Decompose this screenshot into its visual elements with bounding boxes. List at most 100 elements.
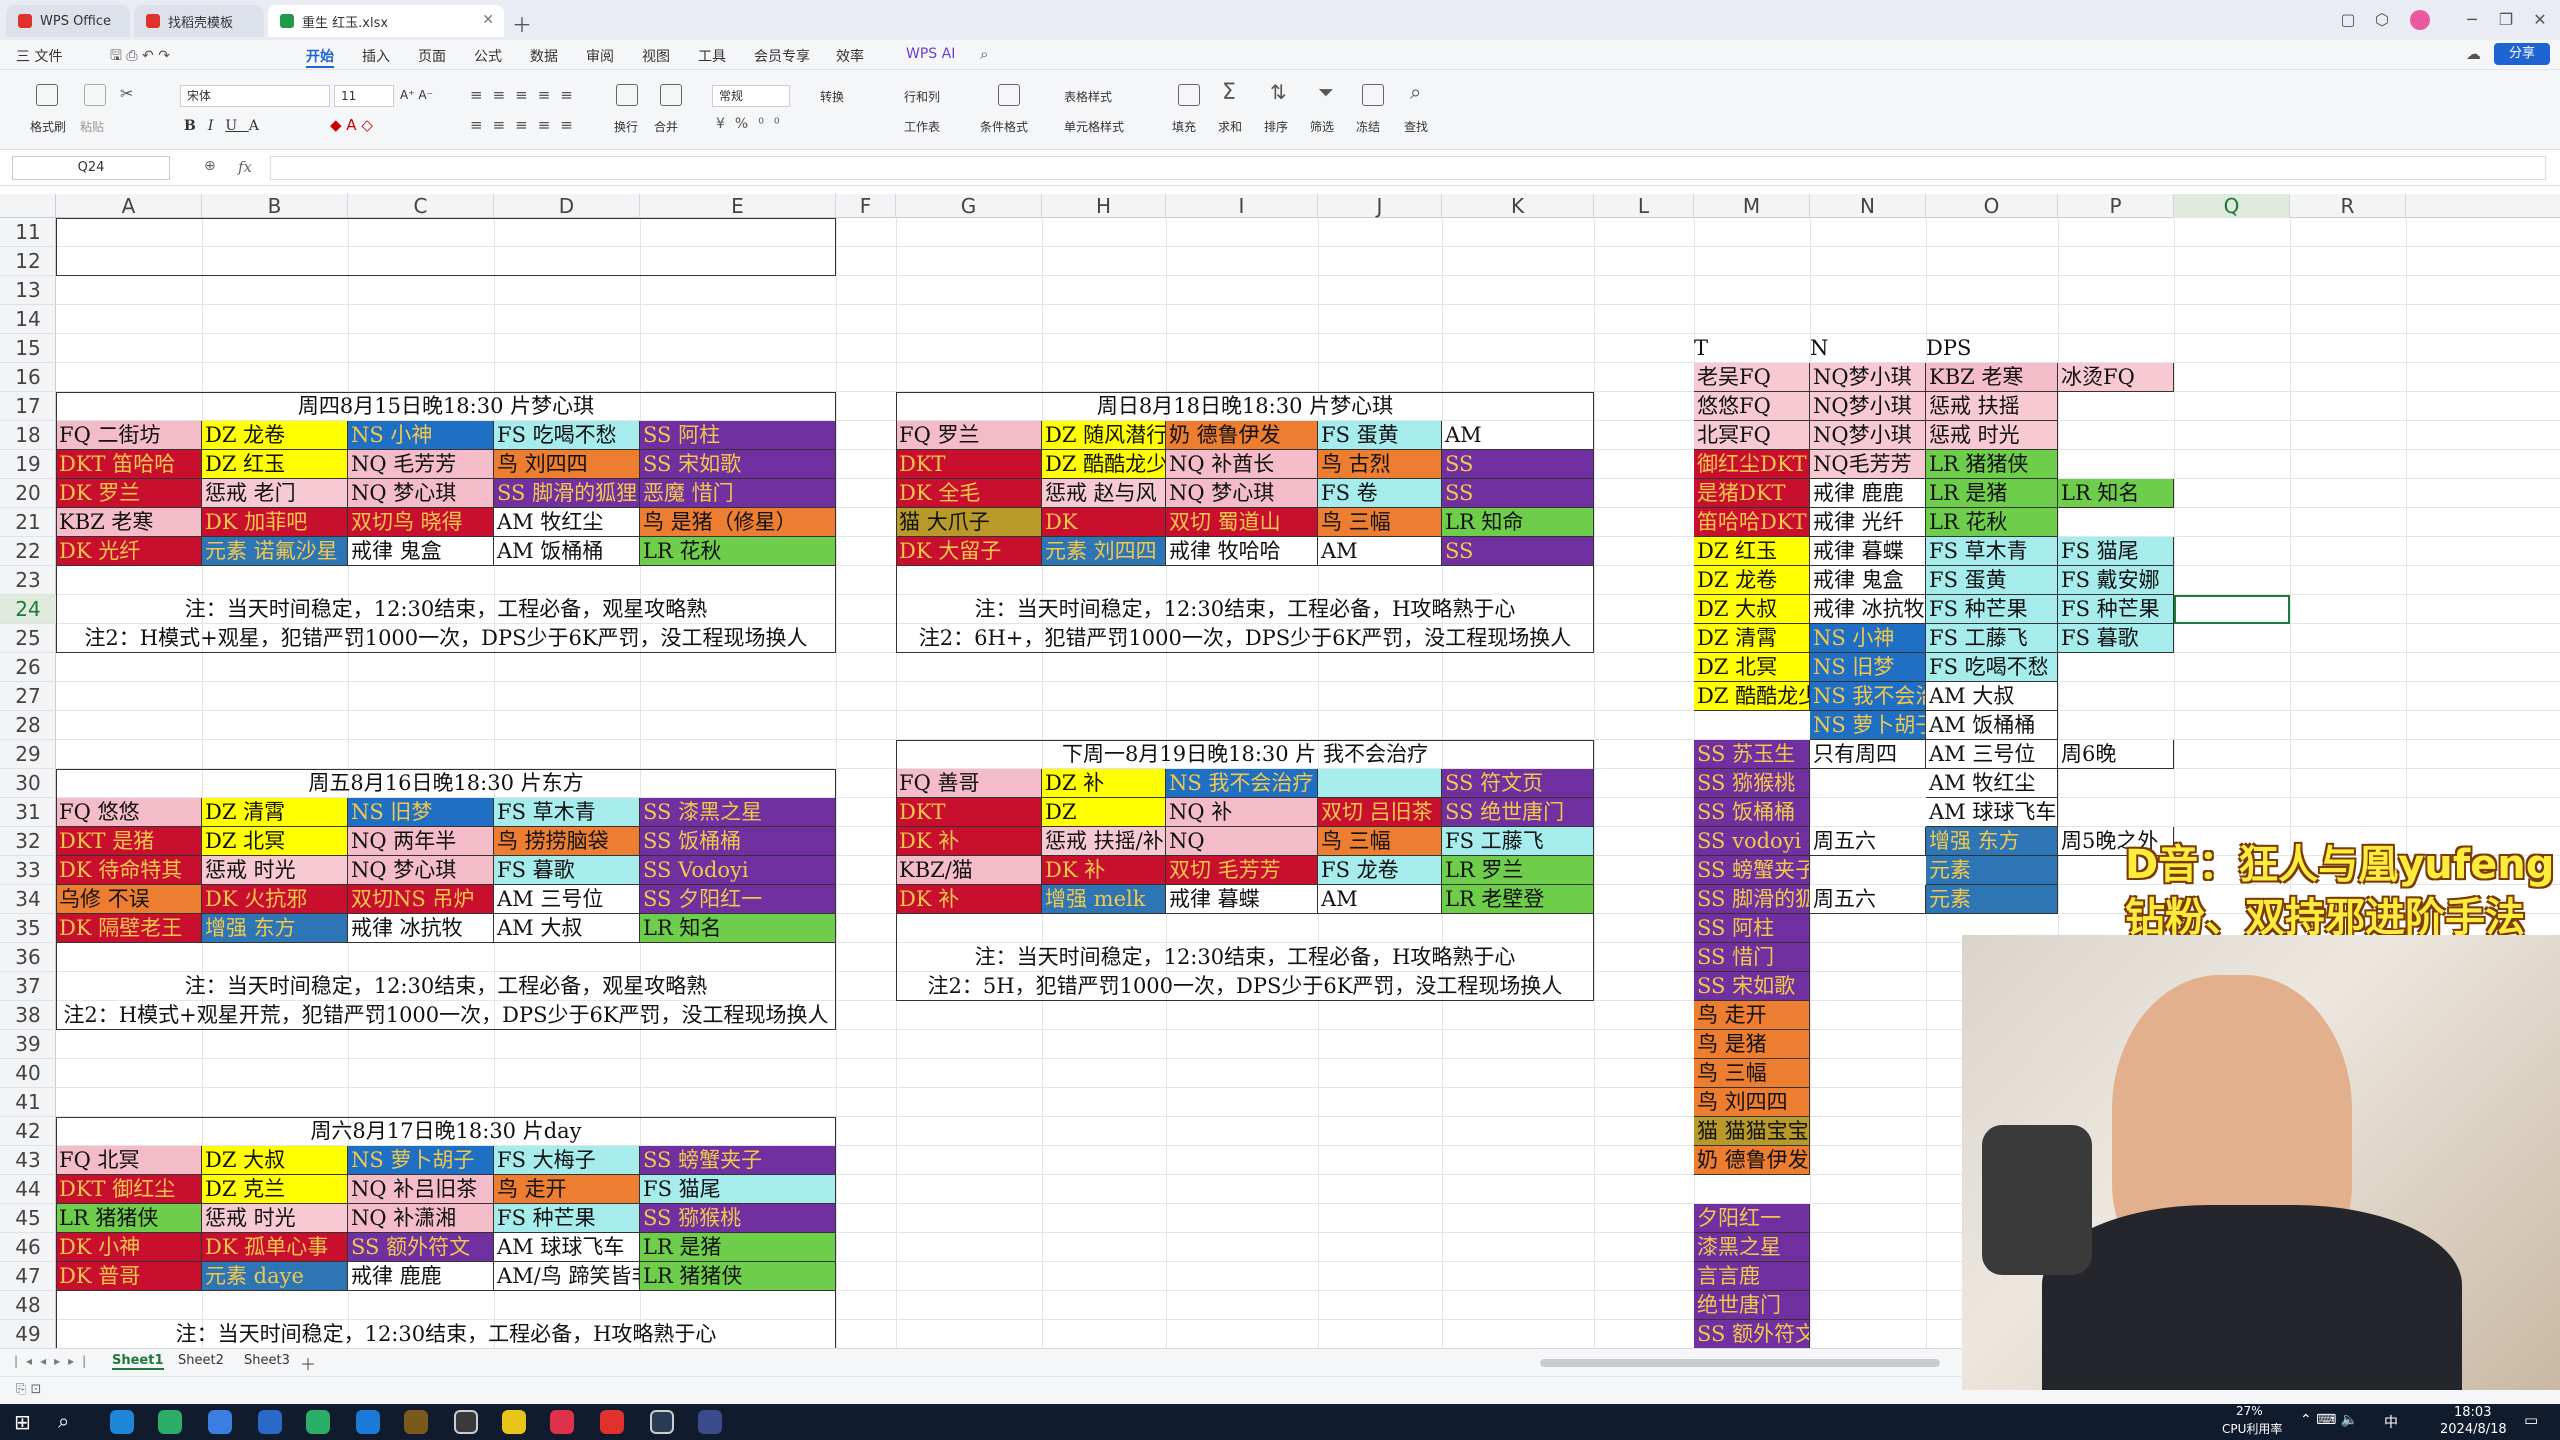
roster-cell-p[interactable]: FS 猫尾 xyxy=(2058,537,2174,566)
format-painter-icon[interactable] xyxy=(36,84,58,106)
avatar[interactable] xyxy=(2410,10,2430,30)
roster-cell-m[interactable]: DZ 红玉 xyxy=(1694,537,1810,566)
close-tab-icon[interactable]: ✕ xyxy=(482,12,494,28)
roster-cell-n[interactable]: NS 旧梦 xyxy=(1810,653,1926,682)
row-header-31[interactable]: 31 xyxy=(0,798,56,827)
app-icon-blue[interactable] xyxy=(356,1410,380,1434)
row-header-41[interactable]: 41 xyxy=(0,1088,56,1117)
tab-wps-office[interactable]: WPS Office xyxy=(6,5,130,37)
roster-cell-m[interactable]: SS 螃蟹夹子 xyxy=(1694,856,1810,885)
roster-cell-o[interactable]: 增强 东方 xyxy=(1926,827,2058,856)
macro-icon[interactable]: ⎘ ⊡ xyxy=(16,1382,41,1397)
roster-cell-o[interactable]: 元素 xyxy=(1926,885,2058,914)
roster-cell-m[interactable]: 鸟 是猪 xyxy=(1694,1030,1810,1059)
roster-cell-m[interactable]: SS 饭桶桶 xyxy=(1694,798,1810,827)
font-name-select[interactable]: 宋体 xyxy=(180,85,330,107)
row-header-29[interactable]: 29 xyxy=(0,740,56,769)
cloud-icon[interactable]: ☁ xyxy=(2466,45,2481,63)
menu-view[interactable]: 视图 xyxy=(642,46,670,66)
roster-cell-p[interactable]: 冰烫FQ xyxy=(2058,363,2174,392)
roster-cell-p[interactable]: FS 戴安娜 xyxy=(2058,566,2174,595)
roster-cell-n[interactable]: 戒律 鹿鹿 xyxy=(1810,479,1926,508)
row-header-15[interactable]: 15 xyxy=(0,334,56,363)
roster-cell-m[interactable]: DZ 北冥 xyxy=(1694,653,1810,682)
cut-icon[interactable]: ✂ xyxy=(120,84,133,103)
roster-cell-o[interactable]: LR 花秋 xyxy=(1926,508,2058,537)
roster-cell-n[interactable]: NS 我不会治疗 xyxy=(1810,682,1926,711)
roster-cell-m[interactable]: SS 宋如歌 xyxy=(1694,972,1810,1001)
taskbar-search-icon[interactable]: ⌕ xyxy=(58,1409,69,1433)
roster-cell-m[interactable]: 悠悠FQ xyxy=(1694,392,1810,421)
align-icons-2[interactable]: ≡≡≡≡≡ xyxy=(470,116,583,134)
menu-tools[interactable]: 工具 xyxy=(698,46,726,66)
column-header-f[interactable]: F xyxy=(836,194,896,218)
row-header-37[interactable]: 37 xyxy=(0,972,56,1001)
row-header-39[interactable]: 39 xyxy=(0,1030,56,1059)
roster-cell-n[interactable]: NQ梦小琪 xyxy=(1810,363,1926,392)
row-header-16[interactable]: 16 xyxy=(0,363,56,392)
column-header-h[interactable]: H xyxy=(1042,194,1166,218)
roster-cell-o[interactable]: AM 三号位 xyxy=(1926,740,2058,769)
filter-icon[interactable]: ⏷ xyxy=(1318,80,1334,104)
column-header-n[interactable]: N xyxy=(1810,194,1926,218)
row-header-17[interactable]: 17 xyxy=(0,392,56,421)
app-icon-yellow[interactable] xyxy=(502,1410,526,1434)
roster-cell-m[interactable]: DZ 清霄 xyxy=(1694,624,1810,653)
row-header-40[interactable]: 40 xyxy=(0,1059,56,1088)
column-header-d[interactable]: D xyxy=(494,194,640,218)
roster-cell-o[interactable]: FS 种芒果 xyxy=(1926,595,2058,624)
roster-cell-o[interactable]: FS 工藤飞 xyxy=(1926,624,2058,653)
row-header-14[interactable]: 14 xyxy=(0,305,56,334)
row-header-33[interactable]: 33 xyxy=(0,856,56,885)
roster-cell-m[interactable]: 言言鹿 xyxy=(1694,1262,1810,1291)
steam-icon[interactable] xyxy=(650,1410,674,1434)
wechat-icon-2[interactable] xyxy=(306,1410,330,1434)
row-header-42[interactable]: 42 xyxy=(0,1117,56,1146)
roster-cell-m[interactable]: 北冥FQ xyxy=(1694,421,1810,450)
layout-icon[interactable]: ▢ xyxy=(2336,8,2360,32)
add-sheet-icon[interactable]: ＋ xyxy=(300,1351,316,1375)
roster-cell-n[interactable]: 只有周四 xyxy=(1810,740,1926,769)
column-header-e[interactable]: E xyxy=(640,194,836,218)
fx-icon[interactable]: fx xyxy=(238,158,252,176)
browser-icon[interactable] xyxy=(208,1410,232,1434)
menu-page[interactable]: 页面 xyxy=(418,46,446,66)
undo-icon[interactable]: 🖫 ⎙ ↶ ↷ xyxy=(110,45,170,69)
roster-cell-n[interactable]: 戒律 暮蝶 xyxy=(1810,537,1926,566)
row-header-43[interactable]: 43 xyxy=(0,1146,56,1175)
row-header-32[interactable]: 32 xyxy=(0,827,56,856)
row-header-35[interactable]: 35 xyxy=(0,914,56,943)
merge-icon[interactable] xyxy=(660,84,682,106)
column-header-l[interactable]: L xyxy=(1594,194,1694,218)
roster-cell-n[interactable]: NQ毛芳芳 xyxy=(1810,450,1926,479)
name-box[interactable]: Q24 xyxy=(12,156,170,180)
table-style-button[interactable]: 表格样式 xyxy=(1064,88,1112,105)
menu-file[interactable]: 三 文件 xyxy=(16,46,62,66)
roster-cell-n[interactable]: NQ梦小琪 xyxy=(1810,421,1926,450)
windows-start-icon[interactable]: ⊞ xyxy=(14,1410,31,1434)
menu-efficiency[interactable]: 效率 xyxy=(836,46,864,66)
menu-review[interactable]: 审阅 xyxy=(586,46,614,66)
row-header-19[interactable]: 19 xyxy=(0,450,56,479)
find-icon[interactable]: ⌕ xyxy=(1410,80,1421,104)
paste-icon[interactable] xyxy=(84,84,106,106)
minimize-button[interactable]: ─ xyxy=(2460,8,2484,32)
roster-cell-m[interactable]: SS 额外符文 xyxy=(1694,1320,1810,1348)
column-header-k[interactable]: K xyxy=(1442,194,1594,218)
row-header-22[interactable]: 22 xyxy=(0,537,56,566)
ime-indicator[interactable]: 中 xyxy=(2384,1412,2398,1432)
sheet-nav-arrows[interactable]: |◂◂▸▸| xyxy=(14,1354,94,1368)
roster-cell-m[interactable]: 漆黑之星 xyxy=(1694,1233,1810,1262)
menu-wps-ai[interactable]: WPS AI xyxy=(906,46,955,62)
roster-cell-m[interactable]: 笛哈哈DKT xyxy=(1694,508,1810,537)
row-header-26[interactable]: 26 xyxy=(0,653,56,682)
row-header-25[interactable]: 25 xyxy=(0,624,56,653)
fill-color-icon[interactable]: ◆ A ◇ xyxy=(330,116,373,134)
roster-cell-m[interactable]: 奶 德鲁伊发 xyxy=(1694,1146,1810,1175)
font-style-buttons[interactable]: BIUA xyxy=(184,118,271,134)
menu-formula[interactable]: 公式 xyxy=(474,46,502,66)
column-header-q[interactable]: Q xyxy=(2174,194,2290,218)
roster-cell-m[interactable]: DZ 龙卷 xyxy=(1694,566,1810,595)
percent-icons[interactable]: ¥%⁰⁰ xyxy=(716,116,789,132)
roster-cell-m[interactable]: 猫 猫猫宝宝 xyxy=(1694,1117,1810,1146)
